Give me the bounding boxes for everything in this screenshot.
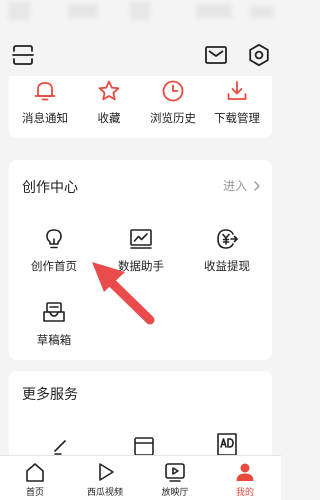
- service-box-icon: [134, 437, 154, 455]
- tab-xigua-video[interactable]: 西瓜视频: [77, 456, 133, 500]
- bottom-tab-bar: 首页 西瓜视频 放映厅 我的: [0, 455, 281, 500]
- tab-label: 西瓜视频: [86, 488, 123, 498]
- tv-play-icon: [165, 463, 185, 482]
- edit-pen-icon: [54, 440, 66, 455]
- tab-cinema[interactable]: 放映厅: [147, 456, 203, 500]
- home-icon: [26, 463, 44, 482]
- more-services-title: 更多服务: [22, 387, 78, 403]
- tab-home[interactable]: 首页: [7, 456, 63, 500]
- tab-label: 我的: [235, 488, 254, 498]
- ad-icon: [217, 433, 237, 455]
- tab-label: 放映厅: [161, 488, 189, 498]
- profile-icon: [236, 463, 254, 481]
- tab-mine[interactable]: 我的: [217, 456, 273, 500]
- play-triangle-icon: [99, 463, 114, 481]
- tab-label: 首页: [25, 488, 44, 498]
